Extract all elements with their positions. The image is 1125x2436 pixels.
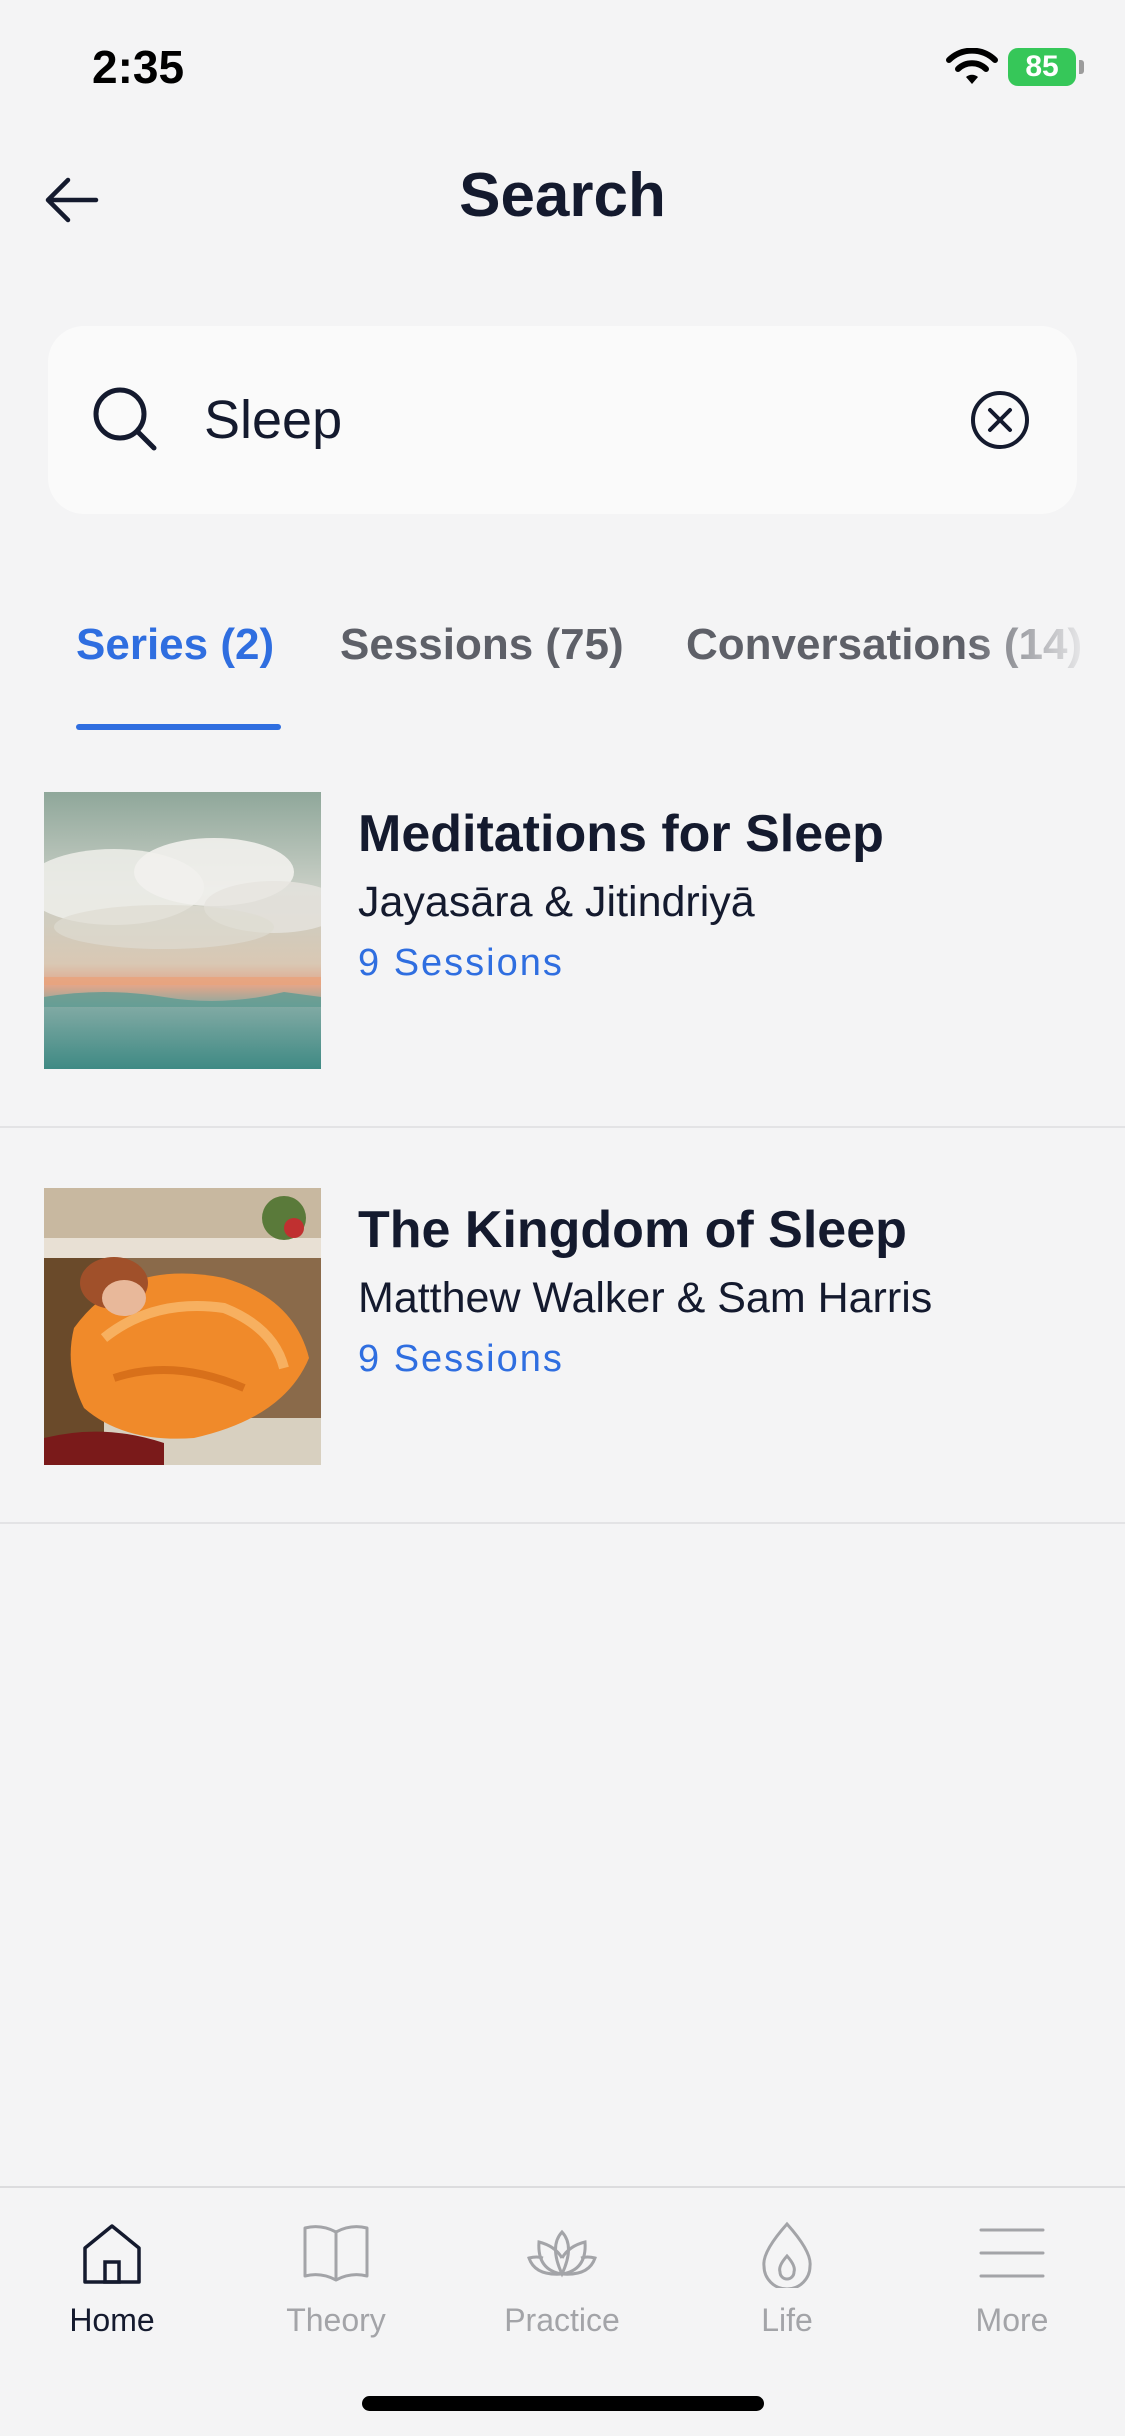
series-session-count: 9 Sessions — [358, 1338, 564, 1380]
result-tabs: Series (2) Sessions (75) Conversations (… — [0, 610, 1125, 730]
nav-label-home: Home — [69, 2302, 155, 2338]
battery-indicator: 85 — [1008, 48, 1084, 86]
status-time: 2:35 — [92, 41, 185, 93]
nav-label-more: More — [975, 2302, 1049, 2338]
series-list-item[interactable]: Meditations for Sleep Jayasāra & Jitindr… — [0, 732, 1125, 1128]
wifi-icon — [946, 48, 998, 84]
menu-icon — [979, 2228, 1045, 2278]
tab-sessions[interactable]: Sessions (75) — [340, 620, 624, 670]
page-title: Search — [459, 161, 666, 230]
book-icon — [303, 2225, 369, 2282]
series-thumbnail-clouds — [44, 792, 321, 1069]
search-input[interactable] — [204, 372, 904, 468]
nav-label-life: Life — [761, 2302, 813, 2338]
nav-label-theory: Theory — [286, 2302, 386, 2338]
nav-tab-theory[interactable]: Theory — [246, 2218, 426, 2368]
active-tab-indicator — [76, 724, 281, 730]
clear-circle-icon[interactable] — [970, 390, 1030, 450]
series-list-item[interactable]: The Kingdom of Sleep Matthew Walker & Sa… — [0, 1128, 1125, 1524]
tab-series[interactable]: Series (2) — [76, 620, 274, 670]
series-title: Meditations for Sleep — [358, 805, 884, 863]
nav-label-practice: Practice — [504, 2302, 620, 2338]
series-thumbnail-sleeping-woman — [44, 1188, 321, 1465]
battery-level: 85 — [1025, 50, 1059, 83]
search-bar[interactable] — [48, 326, 1077, 514]
search-icon — [93, 387, 157, 451]
series-session-count: 9 Sessions — [358, 942, 564, 984]
lotus-icon — [527, 2229, 597, 2278]
nav-tab-home[interactable]: Home — [22, 2218, 202, 2368]
series-title: The Kingdom of Sleep — [358, 1201, 907, 1259]
flame-icon — [762, 2221, 812, 2288]
series-author: Matthew Walker & Sam Harris — [358, 1274, 933, 1322]
nav-tab-practice[interactable]: Practice — [472, 2218, 652, 2368]
series-author: Jayasāra & Jitindriyā — [358, 878, 755, 926]
nav-tab-more[interactable]: More — [922, 2218, 1102, 2368]
search-screen: 2:35 85 Search Series (2) Sessions (75) … — [0, 0, 1125, 2436]
home-icon — [83, 2224, 141, 2284]
home-indicator[interactable] — [362, 2396, 764, 2411]
tabs-fade-overlay — [965, 610, 1125, 730]
nav-tab-life[interactable]: Life — [697, 2218, 877, 2368]
